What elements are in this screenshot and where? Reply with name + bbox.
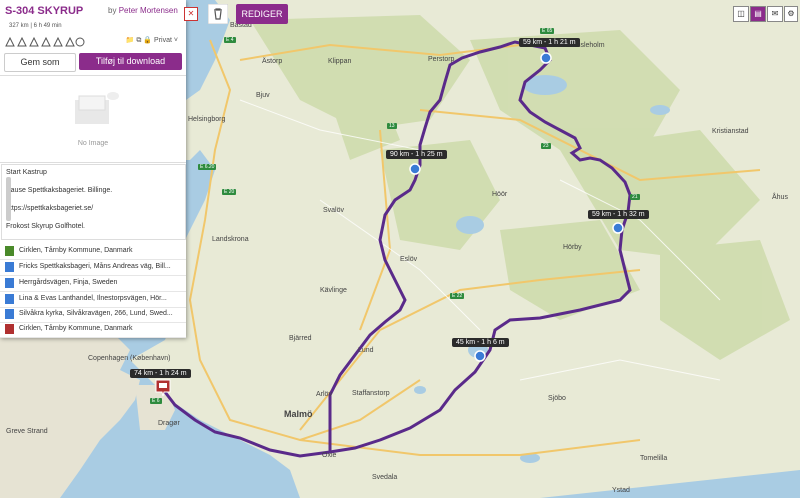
layers-icon[interactable]: ◫ [733,6,749,22]
route-description[interactable]: Start Kastrup Pause Spettkaksbageriet. B… [1,164,186,240]
road-shield: E 6 [150,398,162,404]
place-label: Oxie [322,452,337,459]
waypoint-icon [5,278,14,288]
place-label: Copenhagen (København) [88,355,171,362]
waypoint-icon [5,309,14,319]
lock-icon: 🔒 [143,37,153,44]
waypoint-label: Cirklen, Tårnby Kommune, Danmark [19,247,133,254]
place-label: Åhus [772,194,788,201]
place-label: Arlöv [316,391,332,398]
place-label: Bjuv [256,92,270,99]
waypoint-marker[interactable] [474,350,486,362]
road-shield: 21 [630,194,640,200]
waypoint-label: Silvåkra kyrka, Silvåkravägen, 266, Lund… [19,310,173,317]
place-label: Ystad [612,487,630,494]
place-label: Svedala [372,474,398,481]
segment-label[interactable]: 59 km - 1 h 32 m [588,210,649,219]
road-shield: E 22 [450,293,465,299]
place-label: Hörby [563,244,582,251]
description-line: Pause Spettkaksbageriet. Billinge. [6,187,113,194]
place-label: Kävlinge [320,287,347,294]
waypoint-marker[interactable] [612,222,624,234]
place-label: Höör [492,191,508,198]
description-line: Start Kastrup [6,169,47,176]
save-as-button[interactable]: Gem som [4,53,76,72]
segment-label[interactable]: 74 km - 1 h 24 m [130,369,191,378]
road-shield: 23 [541,143,551,149]
road-shield: E 65 [540,28,555,34]
waypoint-label: Herrgårdsvägen, Finja, Sweden [19,279,118,286]
waypoint-label: Fricks Spettkaksbageri, Måns Andreas väg… [19,263,171,270]
place-label: Dragør [158,420,180,427]
share-icon[interactable]: ✉ [767,6,783,22]
place-label: Bjärred [289,335,312,342]
place-label: Greve Strand [6,428,48,435]
finish-flag-marker[interactable] [155,379,171,397]
waypoint-marker[interactable] [540,52,552,64]
place-label: Staffanstorp [352,390,390,397]
description-line: Frokost Skyrup Golfhotel. [6,223,85,230]
place-label: Malmö [284,409,313,419]
settings-icon[interactable]: ⚙ [784,6,798,22]
copy-icon[interactable]: ⧉ [136,37,141,44]
author-name[interactable]: Peter Mortensen [119,6,178,15]
panel-actions[interactable]: 📁 ⧉ 🔒 Privat ˅ [126,36,178,45]
map-style-icon[interactable]: ▤ [750,6,766,22]
place-label: Svalöv [323,207,345,214]
description-scrollbar[interactable] [6,177,11,221]
flag-finish-icon [5,324,14,334]
waypoint-icon [5,262,14,272]
author-prefix: by [108,6,117,15]
place-label: Landskrona [212,236,249,243]
road-shield: E 6.20 [198,164,217,170]
close-panel-button[interactable]: ✕ [184,7,198,21]
route-image-placeholder: No Image [0,75,186,163]
waypoint-label: Lina & Evas Lanthandel, Ilnestorpsvägen,… [19,295,167,302]
folder-icon[interactable]: 📁 [126,37,135,44]
place-label: Tomelilla [640,455,668,462]
segment-label[interactable]: 90 km - 1 h 25 m [386,150,447,159]
route-panel: S-304 SKYRUP by Peter Mortensen 327 km |… [0,0,186,338]
route-title: S-304 SKYRUP [5,5,84,17]
description-line: https://spettkaksbageriet.se/ [6,205,94,212]
waypoint-label: Cirklen, Tårnby Kommune, Danmark [19,325,133,332]
no-image-label: No Image [77,140,109,147]
add-to-download-button[interactable]: Tilføj til download [79,53,182,70]
place-label: Kristianstad [712,128,749,135]
place-label: Klippan [328,58,352,65]
waypoint-icon [5,294,14,304]
road-shield: E 20 [222,189,237,195]
place-label: Lund [358,347,374,354]
flag-start-icon [5,246,14,256]
place-label: Perstorp [428,56,455,63]
waypoint-row[interactable]: Silvåkra kyrka, Silvåkravägen, 266, Lund… [0,307,186,323]
segment-label[interactable]: 45 km - 1 h 6 m [452,338,509,347]
place-label: Eslöv [400,256,418,263]
road-shield: 13 [387,123,397,129]
road-shield: E 4 [224,37,236,43]
waypoint-row[interactable]: Fricks Spettkaksbageri, Måns Andreas väg… [0,260,186,276]
route-author[interactable]: by Peter Mortensen [108,6,178,15]
waypoint-row[interactable]: Herrgårdsvägen, Finja, Sweden [0,276,186,292]
place-label: Helsingborg [188,116,226,123]
trash-icon[interactable] [208,4,228,24]
edit-button[interactable]: REDIGER [236,4,288,24]
waypoint-row[interactable]: Cirklen, Tårnby Kommune, Danmark [0,244,186,260]
place-label: Sjöbo [548,395,566,402]
place-label: Ästorp [262,58,283,65]
route-stats: 327 km | 6 h 49 min [9,23,62,29]
segment-label[interactable]: 59 km - 1 h 21 m [519,38,580,47]
waypoint-row[interactable]: Cirklen, Tårnby Kommune, Danmark [0,322,186,338]
waypoint-marker[interactable] [409,163,421,175]
visibility-select[interactable]: Privat [154,37,172,44]
chevron-down-icon[interactable]: ˅ [174,37,178,44]
waypoint-row[interactable]: Lina & Evas Lanthandel, Ilnestorpsvägen,… [0,292,186,308]
no-image-icon [75,92,119,124]
